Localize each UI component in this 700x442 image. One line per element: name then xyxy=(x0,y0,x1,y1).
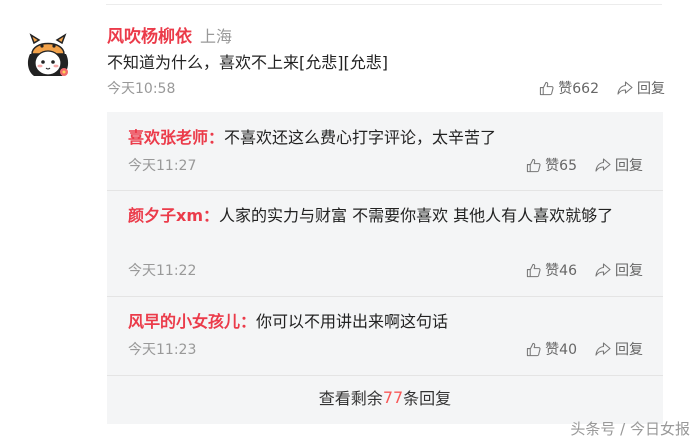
view-more-replies-link[interactable]: 查看剩余 77 条回复 xyxy=(107,382,663,412)
top-divider xyxy=(106,4,662,5)
reply-like-label: 赞40 xyxy=(545,342,577,358)
thumbs-up-icon xyxy=(540,81,554,95)
reply-meta: 今天11:23 赞40 回复 xyxy=(128,339,643,359)
reply-username[interactable]: 颜夕子xm： xyxy=(128,206,219,225)
reply-like-label: 赞46 xyxy=(545,263,577,279)
user-avatar[interactable] xyxy=(22,32,74,84)
reply-text: 人家的实力与财富 不需要你喜欢 其他人有人喜欢就够了 xyxy=(219,206,614,225)
reply-like-button[interactable]: 赞46 xyxy=(526,260,577,280)
reply-body: 颜夕子xm：人家的实力与财富 不需要你喜欢 其他人有人喜欢就够了 xyxy=(128,202,643,229)
reply-divider xyxy=(107,375,663,376)
comment-text: 不知道为什么，喜欢不上来[允悲][允悲] xyxy=(107,53,388,72)
reply-body: 喜欢张老师：不喜欢还这么费心打字评论，太辛苦了 xyxy=(128,124,643,151)
comment-time: 今天10:58 xyxy=(107,81,176,97)
thumbs-up-icon xyxy=(527,342,541,356)
reply-like-button[interactable]: 赞40 xyxy=(526,339,577,359)
comment-like-label: 赞662 xyxy=(558,81,599,97)
share-arrow-icon xyxy=(595,158,611,172)
reply-time: 今天11:23 xyxy=(128,342,197,358)
reply-like-label: 赞65 xyxy=(545,158,577,174)
reply-reply-label: 回复 xyxy=(615,342,643,358)
more-count: 77 xyxy=(382,387,404,407)
reply-username[interactable]: 风早的小女孩儿： xyxy=(128,312,256,331)
comment-reply-button[interactable]: 回复 xyxy=(617,78,665,98)
cartoon-girl-avatar-icon xyxy=(27,33,69,76)
comment-header: 风吹杨柳依 上海 xyxy=(107,22,232,47)
more-suffix: 条回复 xyxy=(403,389,452,408)
reply-username[interactable]: 喜欢张老师： xyxy=(128,128,224,147)
comment-username[interactable]: 风吹杨柳依 xyxy=(107,22,192,47)
reply-reply-button[interactable]: 回复 xyxy=(595,339,643,359)
reply-time: 今天11:22 xyxy=(128,263,197,279)
reply-reply-label: 回复 xyxy=(615,263,643,279)
reply-body: 风早的小女孩儿：你可以不用讲出来啊这句话 xyxy=(128,308,643,335)
reply-item: 颜夕子xm：人家的实力与财富 不需要你喜欢 其他人有人喜欢就够了 今天11:22… xyxy=(107,191,663,296)
comment-meta: 今天10:58 赞662 回复 xyxy=(107,78,665,98)
replies-panel: 喜欢张老师：不喜欢还这么费心打字评论，太辛苦了 今天11:27 赞65 回复 颜… xyxy=(107,112,663,424)
share-arrow-icon xyxy=(617,81,633,95)
watermark: 头条号 / 今日女报 xyxy=(570,420,690,438)
reply-reply-label: 回复 xyxy=(615,158,643,174)
reply-item: 喜欢张老师：不喜欢还这么费心打字评论，太辛苦了 今天11:27 赞65 回复 xyxy=(107,112,663,190)
reply-item: 风早的小女孩儿：你可以不用讲出来啊这句话 今天11:23 赞40 回复 xyxy=(107,297,663,375)
more-prefix: 查看剩余 xyxy=(318,389,383,408)
reply-meta: 今天11:22 赞46 回复 xyxy=(128,260,643,280)
thumbs-up-icon xyxy=(527,158,541,172)
comment-reply-label: 回复 xyxy=(637,81,665,97)
reply-reply-button[interactable]: 回复 xyxy=(595,155,643,175)
comment-like-button[interactable]: 赞662 xyxy=(539,78,599,98)
share-arrow-icon xyxy=(595,342,611,356)
reply-like-button[interactable]: 赞65 xyxy=(526,155,577,175)
reply-text: 你可以不用讲出来啊这句话 xyxy=(256,312,449,331)
reply-text: 不喜欢还这么费心打字评论，太辛苦了 xyxy=(224,128,497,147)
reply-time: 今天11:27 xyxy=(128,158,197,174)
reply-meta: 今天11:27 赞65 回复 xyxy=(128,155,643,175)
comment-location: 上海 xyxy=(200,27,233,46)
share-arrow-icon xyxy=(595,263,611,277)
reply-reply-button[interactable]: 回复 xyxy=(595,260,643,280)
thumbs-up-icon xyxy=(527,263,541,277)
